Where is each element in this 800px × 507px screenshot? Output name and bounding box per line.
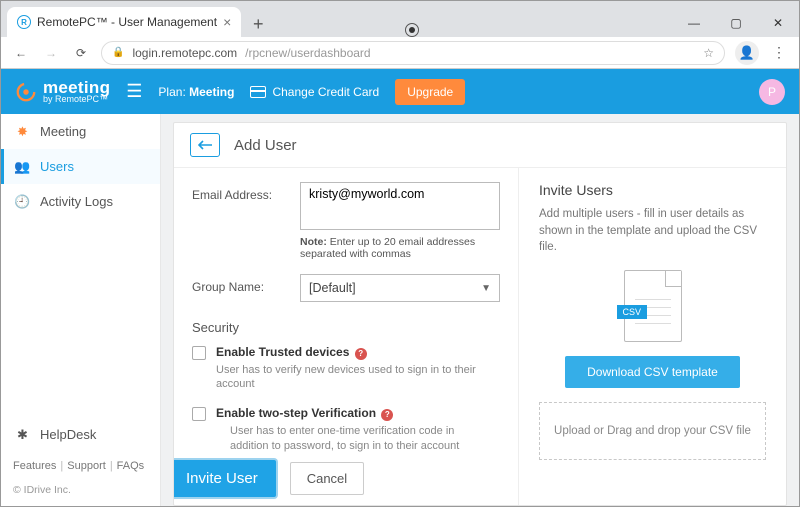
sidebar-item-activity-logs[interactable]: 🕘 Activity Logs [1,184,160,219]
activity-log-icon: 🕘 [15,194,30,209]
invite-users-description: Add multiple users - fill in user detail… [539,206,766,256]
footer-links: Features|Support|FAQs [1,452,160,480]
favicon-icon: R [17,15,31,29]
trusted-devices-hint: User has to verify new devices used to s… [216,363,500,393]
users-icon: 👥 [15,159,30,174]
browser-titlebar: R RemotePC™ - User Management × + — ▢ ✕ [1,1,799,37]
sidebar-item-users[interactable]: 👥 Users [1,149,160,184]
sidebar-item-label: Activity Logs [40,194,113,209]
file-csv-icon: CSV [624,270,682,342]
copyright-text: © IDrive Inc. [1,480,160,506]
back-button[interactable] [190,133,220,157]
close-window-button[interactable]: ✕ [757,9,799,37]
arrow-left-icon [198,140,212,150]
url-host: login.remotepc.com [132,46,237,60]
sidebar-item-meeting[interactable]: ✸ Meeting [1,114,160,149]
bookmark-star-icon[interactable]: ☆ [703,46,714,60]
forward-nav-icon[interactable]: → [41,43,61,63]
address-bar[interactable]: 🔒 login.remotepc.com/rpcnew/userdashboar… [101,41,725,65]
brand-subtitle: by RemotePC™ [43,95,110,104]
two-step-hint: User has to enter one-time verification … [216,424,500,454]
email-label: Email Address: [192,182,288,230]
brand-logo[interactable]: meeting by RemotePC™ [15,79,110,104]
sidebar-item-label: Meeting [40,124,86,139]
link-support[interactable]: Support [67,460,106,472]
upgrade-button[interactable]: Upgrade [395,79,465,105]
credit-card-icon [250,86,266,98]
hamburger-menu-icon[interactable]: ☰ [126,81,142,102]
card-title: Add User [234,137,297,154]
browser-urlbar: ← → ⟳ 🔒 login.remotepc.com/rpcnew/userda… [1,37,799,69]
url-path: /rpcnew/userdashboard [245,46,370,60]
tab-title: RemotePC™ - User Management [37,15,217,29]
email-input[interactable] [300,182,500,230]
meeting-icon: ✸ [15,124,30,139]
sidebar: ✸ Meeting 👥 Users 🕘 Activity Logs ✱ Help… [1,114,161,506]
sidebar-item-helpdesk[interactable]: ✱ HelpDesk [1,417,160,452]
close-tab-icon[interactable]: × [223,14,231,30]
group-selected-value: [Default] [309,281,356,295]
info-icon[interactable]: ? [381,409,393,421]
add-user-card: Add User Email Address: Note: Enter up t… [173,122,787,506]
helpdesk-icon: ✱ [15,427,30,442]
change-cc-label: Change Credit Card [272,85,379,99]
trusted-devices-label: Enable Trusted devices [216,345,349,359]
change-credit-card-link[interactable]: Change Credit Card [250,85,379,99]
plan-label: Plan: Meeting [158,85,234,99]
trusted-devices-checkbox[interactable] [192,346,206,360]
browser-menu-icon[interactable]: ⋮ [769,43,789,63]
back-nav-icon[interactable]: ← [11,43,31,63]
maximize-button[interactable]: ▢ [715,9,757,37]
user-avatar[interactable]: P [759,79,785,105]
csv-upload-dropzone[interactable]: Upload or Drag and drop your CSV file [539,402,766,460]
info-icon[interactable]: ? [355,348,367,360]
csv-template-illustration: CSV [539,270,766,342]
browser-tab[interactable]: R RemotePC™ - User Management × [7,7,241,37]
security-heading: Security [192,320,500,335]
cancel-button[interactable]: Cancel [290,462,364,495]
minimize-button[interactable]: — [673,9,715,37]
sidebar-item-label: Users [40,159,74,174]
new-tab-button[interactable]: + [245,11,271,37]
csv-badge: CSV [617,305,648,319]
two-step-checkbox[interactable] [192,407,206,421]
brand-mark-icon [15,81,37,103]
app-header: meeting by RemotePC™ ☰ Plan: Meeting Cha… [1,69,799,114]
lock-icon: 🔒 [112,47,124,58]
download-csv-template-button[interactable]: Download CSV template [565,356,740,388]
link-faqs[interactable]: FAQs [117,460,145,472]
email-note: Note: Enter up to 20 email addresses sep… [300,236,500,260]
group-select[interactable]: [Default] ▼ [300,274,500,302]
browser-profile-icon[interactable]: 👤 [735,41,759,65]
record-indicator-icon [405,23,419,37]
group-label: Group Name: [192,274,288,302]
two-step-label: Enable two-step Verification [216,406,376,420]
reload-icon[interactable]: ⟳ [71,43,91,63]
helpdesk-label: HelpDesk [40,427,96,442]
link-features[interactable]: Features [13,460,56,472]
invite-user-button[interactable]: Invite User [174,460,276,497]
invite-users-heading: Invite Users [539,182,766,198]
chevron-down-icon: ▼ [481,283,491,294]
window-controls: — ▢ ✕ [673,9,799,37]
